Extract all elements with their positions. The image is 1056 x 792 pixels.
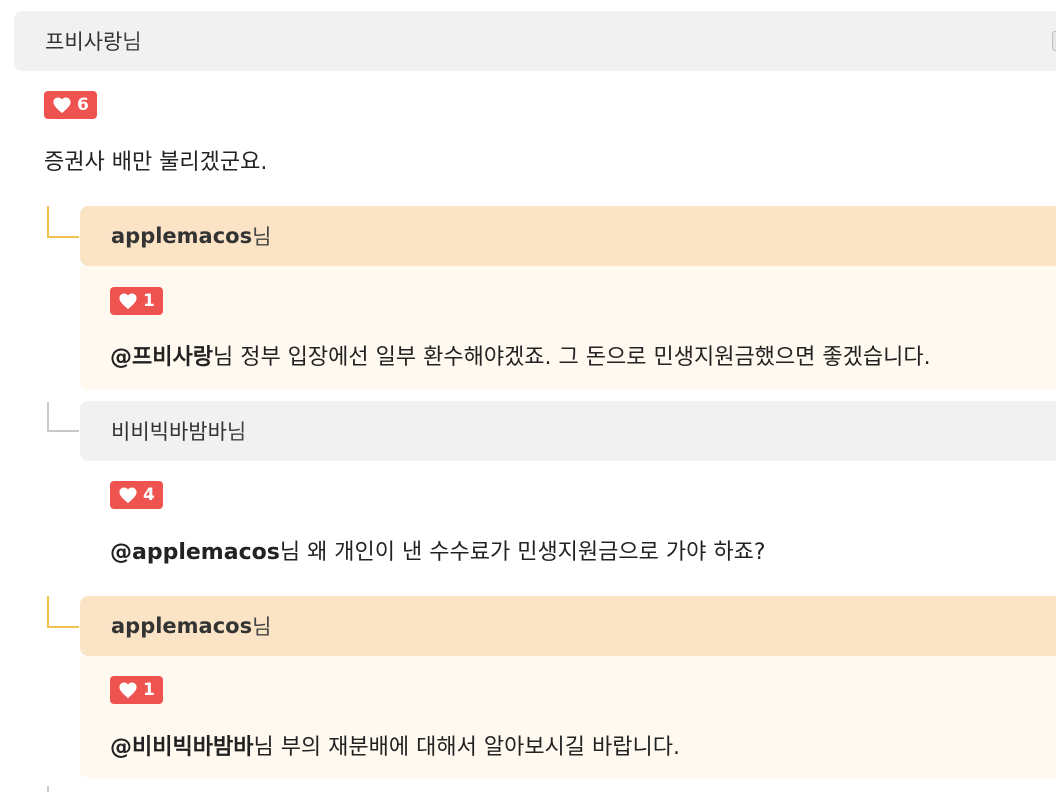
author-suffix: 님 <box>226 420 247 444</box>
reply-body: 부의 재분배에 대해서 알아보시길 바랍니다. <box>273 735 680 760</box>
heart-icon <box>119 293 137 310</box>
mention-suffix: 님 <box>212 345 234 370</box>
reply-connector <box>47 206 79 238</box>
author-suffix: 님 <box>252 225 272 249</box>
reply-text: @applemacos님 왜 개인이 낸 수수료가 민생지원금으로 가야 하죠? <box>110 534 766 566</box>
reply-body: 왜 개인이 낸 수수료가 민생지원금으로 가야 하죠? <box>300 540 766 565</box>
like-button[interactable]: 4 <box>110 481 163 509</box>
heart-icon <box>119 487 137 504</box>
reply-comment: 비비빅바밤바 님 4 @applemacos님 왜 개인이 낸 수수료가 민생지원… <box>80 401 1056 581</box>
reply-text: @프비사랑님 정부 입장에선 일부 환수해야겠죠. 그 돈으로 민생지원금했으면… <box>110 339 931 371</box>
mention-link[interactable]: @applemacos <box>110 540 280 565</box>
reply-connector <box>47 786 49 792</box>
root-comment: 프비사랑님 LI <box>14 11 1056 71</box>
like-count: 1 <box>143 291 155 311</box>
reply-header: 비비빅바밤바 님 <box>80 401 1056 461</box>
like-count: 6 <box>77 95 89 115</box>
author-suffix: 님 <box>252 615 272 639</box>
comment-header: 프비사랑님 LI <box>14 11 1056 71</box>
like-button[interactable]: 6 <box>44 91 97 119</box>
reply-body: 정부 입장에선 일부 환수해야겠죠. 그 돈으로 민생지원금했으면 좋겠습니다. <box>233 345 931 370</box>
reply-connector <box>47 402 79 432</box>
like-count: 1 <box>143 680 155 700</box>
mention-link[interactable]: @프비사랑 <box>110 345 213 370</box>
reply-text: @비비빅바밤바님 부의 재분배에 대해서 알아보시길 바랍니다. <box>110 729 680 761</box>
reply-header: applemacos 님 <box>80 206 1056 266</box>
reply-header: applemacos 님 <box>80 596 1056 656</box>
reply-author[interactable]: 비비빅바밤바 <box>111 416 227 446</box>
level-tag: LI <box>1052 31 1056 51</box>
author-suffix: 님 <box>122 30 142 54</box>
like-button[interactable]: 1 <box>110 676 163 704</box>
reply-connector <box>47 596 79 628</box>
mention-suffix: 님 <box>279 540 301 565</box>
like-count: 4 <box>143 485 155 505</box>
reply-author[interactable]: applemacos <box>111 614 252 638</box>
heart-icon <box>119 682 137 699</box>
reply-comment: applemacos 님 1 @비비빅바밤바님 부의 재분배에 대해서 알아보시길… <box>80 596 1056 778</box>
mention-suffix: 님 <box>253 735 274 760</box>
reply-comment: applemacos 님 1 @프비사랑님 정부 입장에선 일부 환수해야겠죠. … <box>80 206 1056 390</box>
like-button[interactable]: 1 <box>110 287 163 315</box>
comment-author[interactable]: 프비사랑 <box>45 26 122 56</box>
comment-text: 증권사 배만 불리겠군요. <box>44 150 268 175</box>
heart-icon <box>53 97 71 114</box>
mention-link[interactable]: @비비빅바밤바 <box>110 735 253 760</box>
reply-author[interactable]: applemacos <box>111 224 252 248</box>
